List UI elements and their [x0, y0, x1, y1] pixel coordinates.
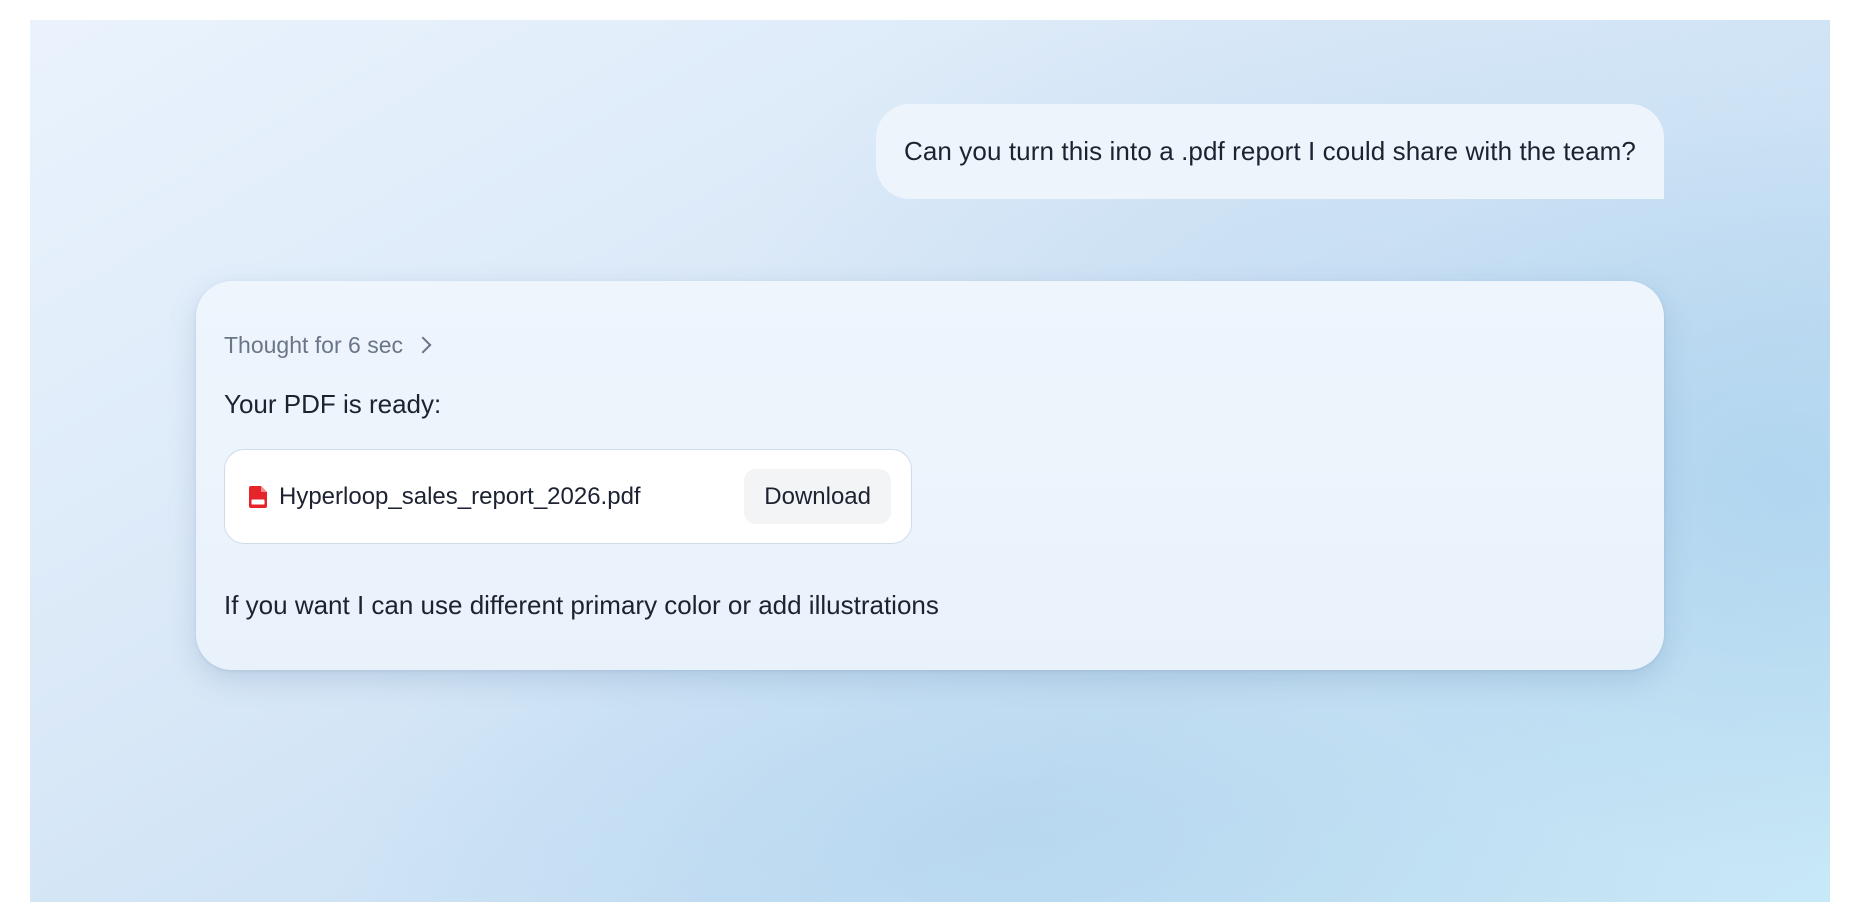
file-name[interactable]: Hyperloop_sales_report_2026.pdf [279, 483, 744, 511]
file-attachment-card: Hyperloop_sales_report_2026.pdf Download [224, 449, 912, 544]
user-message-bubble: Can you turn this into a .pdf report I c… [875, 104, 1664, 199]
pdf-ready-text: Your PDF is ready: [224, 389, 442, 419]
download-button[interactable]: Download [744, 469, 891, 524]
user-message-text: Can you turn this into a .pdf report I c… [903, 136, 1636, 166]
pdf-file-icon [249, 485, 267, 508]
assistant-message-card: Thought for 6 sec Your PDF is ready: Hyp… [196, 281, 1664, 670]
thought-toggle[interactable]: Thought for 6 sec [224, 329, 432, 361]
chevron-right-icon [414, 336, 432, 354]
chat-canvas: Can you turn this into a .pdf report I c… [30, 20, 1830, 902]
assistant-followup-text: If you want I can use different primary … [224, 590, 939, 620]
thought-label: Thought for 6 sec [224, 331, 403, 358]
